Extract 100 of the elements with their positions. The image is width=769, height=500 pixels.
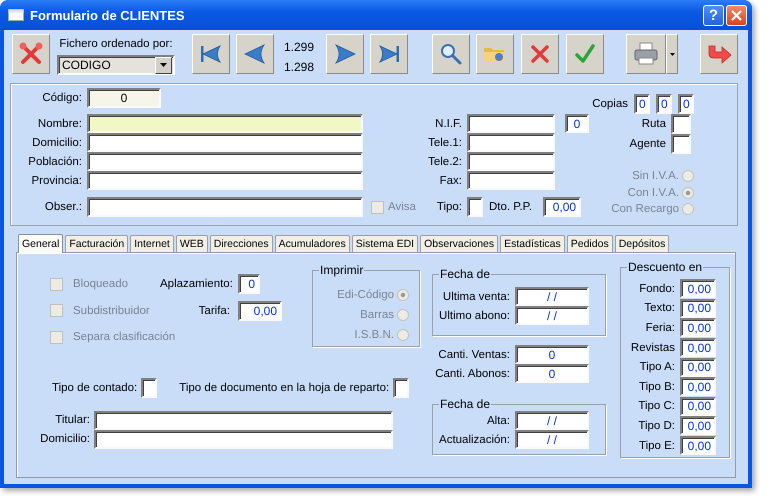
field-label: Canti. Abonos: xyxy=(434,368,510,380)
sort-dropdown[interactable]: CODIGO xyxy=(57,55,175,75)
copies-field[interactable]: 0 xyxy=(678,94,694,114)
field-label: Tipo D: xyxy=(637,420,675,432)
field-label: Tarifa: xyxy=(198,304,230,317)
field-label: Copias xyxy=(592,98,628,110)
text-field[interactable] xyxy=(94,430,393,448)
field-label: Fax: xyxy=(438,174,462,186)
agent-field[interactable] xyxy=(671,134,691,154)
discount-field[interactable]: 0,00 xyxy=(680,416,716,436)
discount-field[interactable]: 0,00 xyxy=(680,318,716,338)
tab[interactable]: Depósitos xyxy=(614,235,670,252)
group-title: Fecha de xyxy=(439,267,492,281)
text-field[interactable] xyxy=(87,114,363,133)
tab[interactable]: Observaciones xyxy=(420,235,498,252)
caret-icon xyxy=(670,52,674,56)
delete-button[interactable] xyxy=(521,34,559,74)
number-field[interactable]: 0,00 xyxy=(238,300,282,321)
exit-button[interactable] xyxy=(700,34,738,74)
tab[interactable]: Sistema EDI xyxy=(352,235,418,252)
discount-field[interactable]: 0,00 xyxy=(680,377,716,396)
field-label: Tipo de contado: xyxy=(52,382,138,394)
cash-type-field[interactable] xyxy=(141,378,158,398)
group-title: Descuento en xyxy=(627,260,704,274)
next-icon xyxy=(332,41,358,67)
tab[interactable]: Estadísticas xyxy=(500,235,565,252)
field-label: Ultima venta: xyxy=(442,290,510,302)
accept-button[interactable] xyxy=(566,34,604,74)
copies-field[interactable]: 0 xyxy=(634,94,650,114)
delete-icon xyxy=(528,42,552,66)
next-button[interactable] xyxy=(326,34,364,74)
date-field[interactable]: / / xyxy=(515,411,589,430)
discount-field[interactable]: 0,00 xyxy=(680,396,716,416)
first-record-button[interactable] xyxy=(192,34,230,74)
discount-field[interactable]: 0,00 xyxy=(680,298,716,318)
field-label: Ultimo abono: xyxy=(438,310,510,322)
tab[interactable]: WEB xyxy=(176,235,208,252)
text-field[interactable] xyxy=(87,133,363,152)
discount-field[interactable]: 0,00 xyxy=(543,197,582,217)
field-label: Aplazamiento: xyxy=(160,278,230,290)
checkbox-label: Avisa xyxy=(388,201,416,213)
number-field[interactable]: 0 xyxy=(515,345,589,364)
field-label: Tele.1: xyxy=(427,136,462,148)
discount-field[interactable]: 0,00 xyxy=(680,358,716,377)
checkbox-label: Bloqueado xyxy=(73,278,128,290)
radio-label: Barras xyxy=(360,309,394,321)
field-label: Domicilio: xyxy=(39,433,90,445)
field-label: Alta: xyxy=(486,414,510,426)
field-label: Código: xyxy=(41,92,82,104)
route-field[interactable] xyxy=(671,114,691,134)
notes-field[interactable] xyxy=(87,197,363,217)
field-label: Obser.: xyxy=(44,201,82,213)
last-record-button[interactable] xyxy=(370,34,408,74)
text-field[interactable] xyxy=(87,171,363,190)
number-field[interactable]: 0 xyxy=(565,114,589,133)
date-field[interactable]: / / xyxy=(515,430,589,449)
copies-field[interactable]: 0 xyxy=(656,94,672,114)
tools-button[interactable] xyxy=(12,34,50,74)
field-label: Actualización: xyxy=(438,434,510,446)
tab[interactable]: Direcciones xyxy=(210,235,273,252)
check-icon xyxy=(573,42,597,66)
radio-label: Con Recargo xyxy=(611,203,679,216)
caret-icon xyxy=(160,63,167,67)
radio-label: Sin I.V.A. xyxy=(632,170,679,182)
text-field[interactable] xyxy=(467,152,555,171)
checkbox-label: Subdistribuidor xyxy=(73,304,150,317)
discount-field[interactable]: 0,00 xyxy=(680,279,716,298)
field-label: Feria: xyxy=(644,322,675,334)
tab[interactable]: General xyxy=(18,234,64,253)
window-icon xyxy=(8,9,24,21)
date-field[interactable]: / / xyxy=(515,287,589,306)
search-button[interactable] xyxy=(432,34,470,74)
tab[interactable]: Facturación xyxy=(65,235,128,252)
date-field[interactable]: / / xyxy=(515,306,589,325)
field-label: Tipo A: xyxy=(638,361,675,374)
previous-button[interactable] xyxy=(236,34,274,74)
tab[interactable]: Internet xyxy=(130,235,174,252)
type-field[interactable] xyxy=(467,197,483,217)
text-field[interactable] xyxy=(87,152,363,171)
text-field[interactable] xyxy=(467,133,555,152)
document-type-field[interactable] xyxy=(393,378,410,398)
open-folder-button[interactable] xyxy=(476,34,514,74)
field-label: Agente xyxy=(630,138,667,150)
close-button[interactable] xyxy=(726,4,747,26)
print-options-button[interactable] xyxy=(666,34,678,74)
text-field[interactable] xyxy=(467,114,555,133)
field-label: Fondo: xyxy=(638,282,675,295)
text-field[interactable] xyxy=(467,171,555,190)
code-field[interactable]: 0 xyxy=(87,88,161,108)
field-label: Tipo E: xyxy=(638,440,675,452)
number-field[interactable]: 0 xyxy=(515,364,589,383)
help-button[interactable]: ? xyxy=(703,4,724,26)
tab[interactable]: Acumuladores xyxy=(274,235,350,252)
print-button[interactable] xyxy=(626,34,666,74)
text-field[interactable] xyxy=(94,410,393,430)
discount-field[interactable]: 0,00 xyxy=(680,436,716,456)
tab[interactable]: Pedidos xyxy=(566,235,613,252)
number-field[interactable]: 0 xyxy=(238,274,260,294)
group-title: Imprimir xyxy=(319,263,364,277)
discount-field[interactable]: 0,00 xyxy=(680,338,716,358)
